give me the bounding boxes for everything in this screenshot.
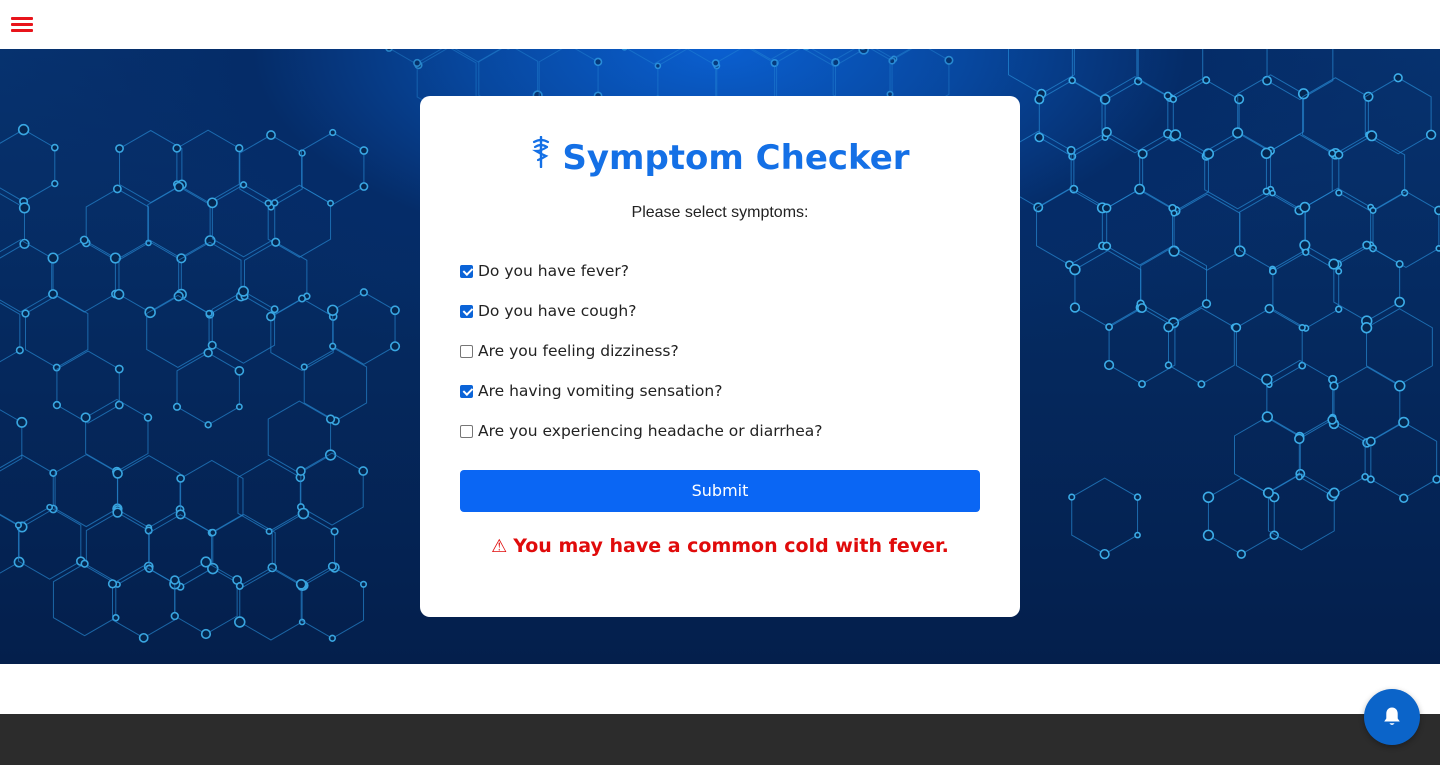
caduceus-icon [530,133,552,181]
symptom-label: Do you have cough? [478,302,637,320]
warning-icon: ⚠ [491,536,508,557]
title-text: Symptom Checker [562,138,910,178]
cough-checkbox[interactable] [460,304,473,318]
symptom-label: Are having vomiting sensation? [478,382,723,400]
result-text: You may have a common cold with fever. [513,535,949,557]
symptom-option-cough[interactable]: Do you have cough? [460,300,636,322]
hamburger-menu-icon[interactable] [11,17,33,35]
hero-banner: Symptom Checker Please select symptoms: … [0,49,1440,664]
symptom-checker-card: Symptom Checker Please select symptoms: … [420,96,1020,617]
notification-bell-button[interactable] [1364,689,1420,745]
page-title: Symptom Checker [420,134,1020,182]
symptom-label: Do you have fever? [478,262,630,280]
symptom-label: Are you feeling dizziness? [478,342,679,360]
fever-checkbox[interactable] [460,264,473,278]
footer [0,714,1440,765]
result-message: ⚠ You may have a common cold with fever. [420,534,1020,559]
symptom-option-fever[interactable]: Do you have fever? [460,260,629,282]
submit-button[interactable]: Submit [460,470,980,512]
symptom-option-headache[interactable]: Are you experiencing headache or diarrhe… [460,420,823,442]
top-bar [0,0,1440,49]
headache-checkbox[interactable] [460,424,473,438]
bell-icon [1384,707,1400,725]
vomiting-checkbox[interactable] [460,384,473,398]
symptom-option-vomiting[interactable]: Are having vomiting sensation? [460,380,722,402]
subtitle: Please select symptoms: [631,204,809,221]
symptom-option-dizziness[interactable]: Are you feeling dizziness? [460,340,679,362]
symptom-label: Are you experiencing headache or diarrhe… [478,422,823,440]
dizziness-checkbox[interactable] [460,344,473,358]
